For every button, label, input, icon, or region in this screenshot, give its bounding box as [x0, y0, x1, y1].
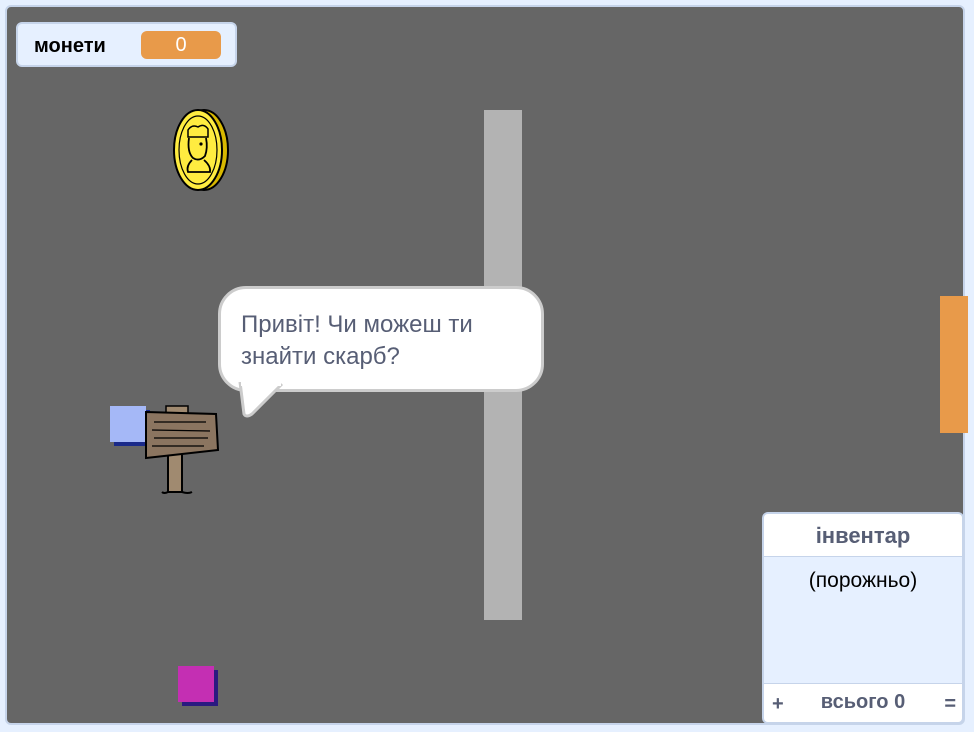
- coins-monitor-label: монети: [34, 35, 106, 57]
- speech-bubble-tail: [238, 382, 284, 418]
- inventory-title: інвентар: [764, 514, 962, 557]
- inventory-empty-text: (порожньо): [808, 569, 918, 592]
- speech-bubble-text: Привіт! Чи можеш ти знайти скарб?: [241, 311, 473, 370]
- inventory-total: всього 0: [820, 691, 906, 713]
- pink-block: [178, 666, 214, 702]
- coins-monitor: монети 0: [16, 22, 237, 67]
- speech-bubble: Привіт! Чи можеш ти знайти скарб?: [218, 286, 544, 392]
- orange-door: [940, 296, 968, 433]
- coins-monitor-value: 0: [141, 31, 221, 59]
- wooden-signpost-icon[interactable]: [140, 404, 222, 498]
- resize-handle[interactable]: =: [944, 693, 956, 716]
- inventory-list: інвентар (порожньо) + всього 0 =: [762, 512, 964, 724]
- gold-coin-icon[interactable]: [170, 106, 232, 194]
- inventory-footer: + всього 0 =: [764, 683, 962, 722]
